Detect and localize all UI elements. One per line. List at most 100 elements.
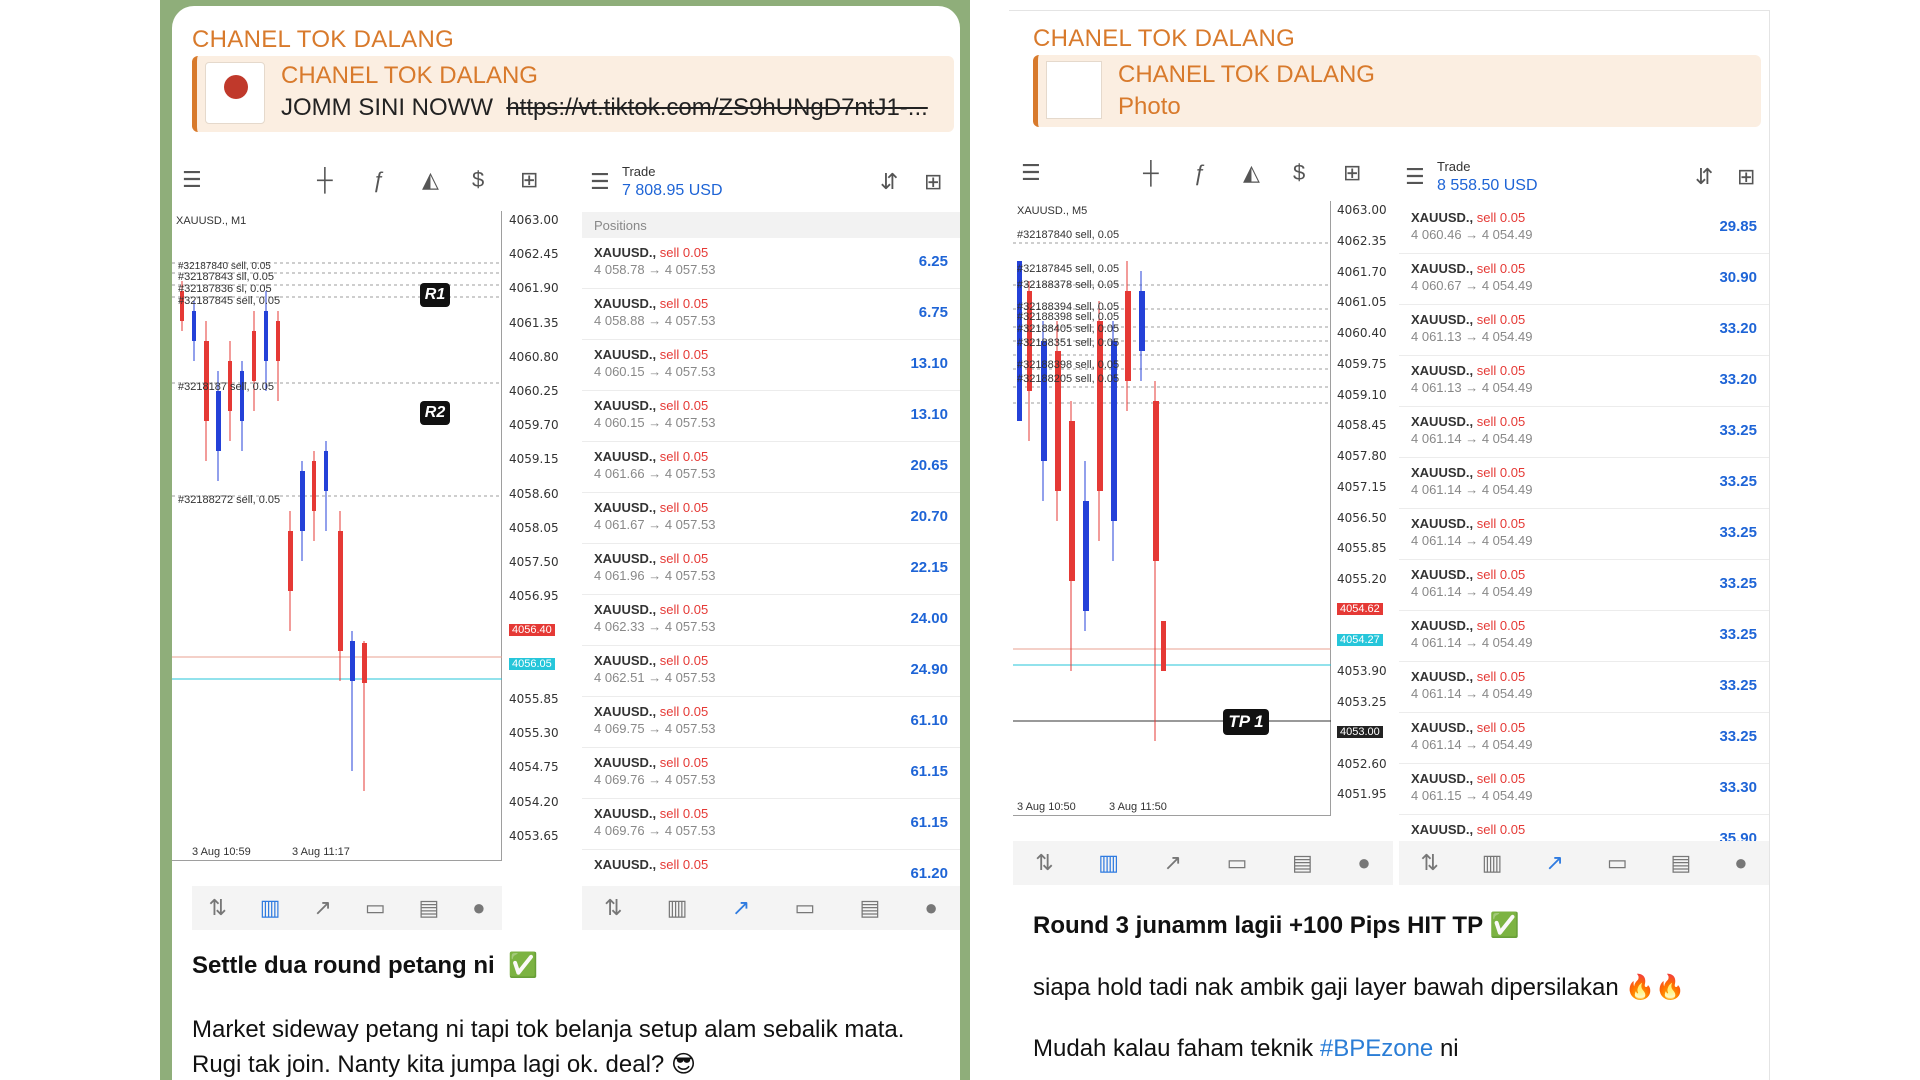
history-icon[interactable]: ▭ <box>794 895 815 921</box>
position-row[interactable]: XAUUSD., sell 0.05 4 061.96 → 4 057.53 22.… <box>582 544 960 595</box>
order-label[interactable]: #32187845 sell, 0.05 <box>1017 263 1119 275</box>
reply-link[interactable]: https://vt.tiktok.com/ZS9hUNgD7ntJ1-... <box>506 94 927 121</box>
news-icon[interactable]: ▤ <box>419 895 440 921</box>
reply-quote[interactable]: CHANEL TOK DALANG Photo <box>1033 55 1761 127</box>
dollar-icon[interactable]: $ <box>472 168 484 192</box>
menu-icon[interactable]: ☰ <box>182 168 202 192</box>
position-row[interactable]: XAUUSD., sell 0.05 4 061.66 → 4 057.53 20.… <box>582 442 960 493</box>
chat-icon[interactable]: ● <box>472 895 485 921</box>
order-label[interactable]: #32188398 sell, 0.05 <box>1017 311 1119 323</box>
position-row[interactable]: XAUUSD., sell 0.05 4 061.14 → 4 054.49 33.… <box>1399 407 1769 458</box>
channel-title[interactable]: CHANEL TOK DALANG <box>192 26 454 54</box>
position-row[interactable]: XAUUSD., sell 0.05 4 060.15 → 4 057.53 13.… <box>582 391 960 442</box>
price-chart[interactable]: XAUUSD., M5 #32187840 sell, 0.05 #321878… <box>1013 201 1331 816</box>
symbol-text: XAUUSD., <box>1411 516 1474 531</box>
hashtag-link[interactable]: #BPEzone <box>1320 1035 1433 1062</box>
position-row[interactable]: XAUUSD., sell 0.05 4 060.67 → 4 054.49 30.… <box>1399 254 1769 305</box>
side-text: sell 0.05 <box>1476 822 1526 837</box>
position-row[interactable]: XAUUSD., sell 0.05 4 061.14 → 4 054.49 33.… <box>1399 662 1769 713</box>
new-order-icon[interactable]: ⊞ <box>520 168 538 192</box>
dollar-icon[interactable]: $ <box>1293 161 1305 185</box>
chart-icon[interactable]: ▥ <box>1482 850 1503 876</box>
order-label[interactable]: #32188398 sell, 0.05 <box>1017 359 1119 371</box>
position-row[interactable]: XAUUSD., sell 0.05 4 061.14 → 4 054.49 33.… <box>1399 458 1769 509</box>
position-row[interactable]: XAUUSD., sell 0.05 4 069.76 → 4 057.53 61.… <box>582 799 960 850</box>
position-row[interactable]: XAUUSD., sell 0.05 4 061.13 → 4 054.49 33.… <box>1399 356 1769 407</box>
position-row[interactable]: XAUUSD., sell 0.05 4 058.88 → 4 057.53 6.7… <box>582 289 960 340</box>
chart-screenshot: ☰ ┼ ƒ ◭ $ ⊞ XAUUSD., M1 #32187840 sell, … <box>172 156 562 951</box>
quotes-icon[interactable]: ⇅ <box>1420 850 1438 876</box>
position-row[interactable]: XAUUSD., sell 0.05 4 060.15 → 4 057.53 13.… <box>582 340 960 391</box>
menu-icon[interactable]: ☰ <box>1405 165 1425 189</box>
position-row[interactable]: XAUUSD., sell 0.05 4 061.14 → 4 054.49 33.… <box>1399 560 1769 611</box>
profit-value: 33.25 <box>1719 677 1757 694</box>
right-message-bubble: CHANEL TOK DALANG CHANEL TOK DALANG Phot… <box>1009 10 1770 1080</box>
trade-icon[interactable]: ↗ <box>1546 850 1564 876</box>
function-icon[interactable]: ƒ <box>372 168 384 192</box>
sort-icon[interactable]: ⇵ <box>880 170 898 194</box>
position-row[interactable]: XAUUSD., sell 0.05 4 061.67 → 4 057.53 20.… <box>582 493 960 544</box>
price-label: 4058.05 <box>509 520 559 535</box>
channel-title[interactable]: CHANEL TOK DALANG <box>1033 25 1295 53</box>
position-row[interactable]: XAUUSD., sell 0.05 4 060.46 → 4 054.49 29.… <box>1399 203 1769 254</box>
new-order-icon[interactable]: ⊞ <box>1343 161 1361 185</box>
order-label[interactable]: #32187836 sl, 0.05 <box>178 283 272 295</box>
side-text: sell 0.05 <box>659 602 709 617</box>
position-row[interactable]: XAUUSD., sell 0.054 061.67 → 4 054.4935.… <box>1399 815 1769 843</box>
menu-icon[interactable]: ☰ <box>1021 161 1041 185</box>
position-row[interactable]: XAUUSD., sell 0.05 61.20 <box>582 850 960 878</box>
position-symbol: XAUUSD., sell 0.05 <box>594 398 708 413</box>
history-icon[interactable]: ▭ <box>365 895 386 921</box>
order-label[interactable]: #32188205 sell, 0.05 <box>1017 373 1119 385</box>
history-icon[interactable]: ▭ <box>1227 850 1248 876</box>
history-icon[interactable]: ▭ <box>1607 850 1628 876</box>
crosshair-icon[interactable]: ┼ <box>1143 161 1159 185</box>
chat-icon[interactable]: ● <box>1734 850 1747 876</box>
order-label[interactable]: #32188351 sell, 0.05 <box>1017 337 1119 349</box>
reply-quote[interactable]: CHANEL TOK DALANG JOMM SINI NOWW https:/… <box>192 56 954 132</box>
order-label[interactable]: #32187840 sell, 0.05 <box>1017 229 1119 241</box>
sort-icon[interactable]: ⇵ <box>1695 165 1713 189</box>
chat-icon[interactable]: ● <box>925 895 938 921</box>
position-row[interactable]: XAUUSD., sell 0.05 4 062.33 → 4 057.53 24.… <box>582 595 960 646</box>
quotes-icon[interactable]: ⇅ <box>208 895 226 921</box>
quotes-icon[interactable]: ⇅ <box>1035 850 1053 876</box>
trade-icon[interactable]: ↗ <box>732 895 750 921</box>
order-label[interactable]: #32187845 sell, 0.05 <box>178 295 280 307</box>
position-row[interactable]: XAUUSD., sell 0.05 4 062.51 → 4 057.53 24.… <box>582 646 960 697</box>
position-row[interactable]: XAUUSD., sell 0.05 4 061.14 → 4 054.49 33.… <box>1399 713 1769 764</box>
function-icon[interactable]: ƒ <box>1193 161 1205 185</box>
side-text: sell 0.05 <box>1476 261 1526 276</box>
menu-icon[interactable]: ☰ <box>590 170 610 194</box>
position-row[interactable]: XAUUSD., sell 0.05 4 069.75 → 4 057.53 61.… <box>582 697 960 748</box>
new-order-icon[interactable]: ⊞ <box>1737 165 1755 189</box>
order-label[interactable]: #32188405 sell, 0.05 <box>1017 323 1119 335</box>
order-label[interactable]: #3218187 sell, 0.05 <box>178 381 274 393</box>
chat-icon[interactable]: ● <box>1357 850 1370 876</box>
order-label[interactable]: #32188378 sell, 0.05 <box>1017 279 1119 291</box>
order-label[interactable]: #32187843 sll, 0.05 <box>178 271 274 283</box>
price-chart[interactable]: XAUUSD., M1 #32187840 sell, 0.05 #321878… <box>172 211 502 861</box>
position-symbol: XAUUSD., sell 0.05 <box>594 296 708 311</box>
trade-icon[interactable]: ↗ <box>314 895 332 921</box>
news-icon[interactable]: ▤ <box>1671 850 1692 876</box>
new-order-icon[interactable]: ⊞ <box>924 170 942 194</box>
objects-icon[interactable]: ◭ <box>422 168 439 192</box>
price-label: 4058.45 <box>1337 418 1387 433</box>
position-row[interactable]: XAUUSD., sell 0.05 4 061.14 → 4 054.49 33.… <box>1399 509 1769 560</box>
position-row[interactable]: XAUUSD., sell 0.05 4 069.76 → 4 057.53 61.… <box>582 748 960 799</box>
news-icon[interactable]: ▤ <box>860 895 881 921</box>
chart-icon[interactable]: ▥ <box>667 895 688 921</box>
position-row[interactable]: XAUUSD., sell 0.05 4 061.13 → 4 054.49 33.… <box>1399 305 1769 356</box>
position-row[interactable]: XAUUSD., sell 0.05 4 061.14 → 4 054.49 33.… <box>1399 611 1769 662</box>
objects-icon[interactable]: ◭ <box>1243 161 1260 185</box>
crosshair-icon[interactable]: ┼ <box>317 168 333 192</box>
order-label[interactable]: #32188272 sell, 0.05 <box>178 494 280 506</box>
position-row[interactable]: XAUUSD., sell 0.05 4 061.15 → 4 054.49 33.… <box>1399 764 1769 815</box>
quotes-icon[interactable]: ⇅ <box>604 895 622 921</box>
news-icon[interactable]: ▤ <box>1292 850 1313 876</box>
trade-icon[interactable]: ↗ <box>1164 850 1182 876</box>
chart-icon[interactable]: ▥ <box>260 895 281 921</box>
chart-icon[interactable]: ▥ <box>1098 850 1119 876</box>
position-row[interactable]: XAUUSD., sell 0.05 4 058.78 → 4 057.53 6.2… <box>582 238 960 289</box>
